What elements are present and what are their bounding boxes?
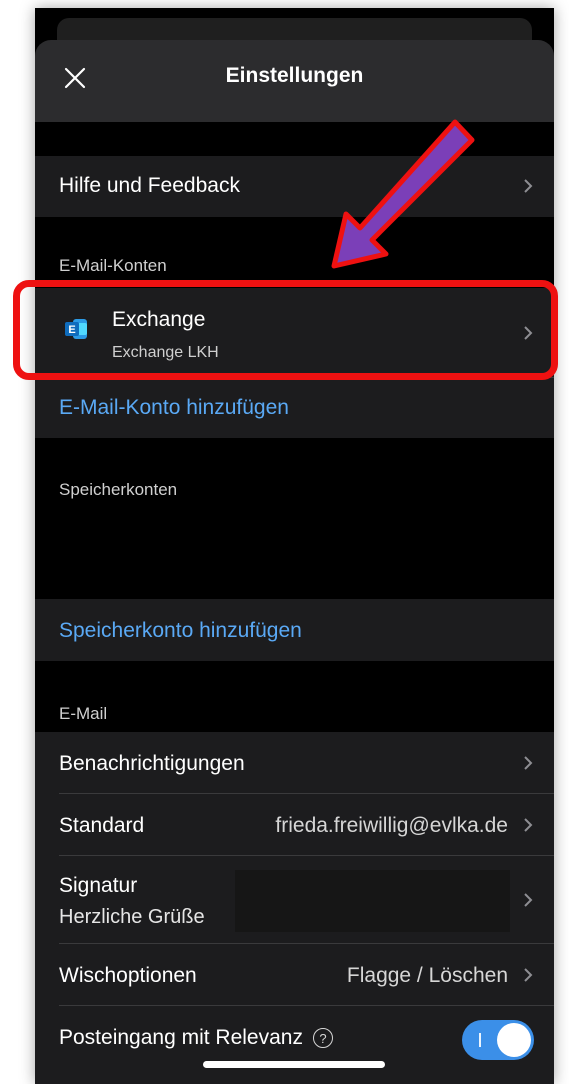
settings-header: Einstellungen bbox=[35, 40, 554, 122]
focused-inbox-row: Posteingang mit Relevanz? bbox=[35, 1006, 554, 1084]
add-email-account-row[interactable]: E-Mail-Konto hinzufügen bbox=[35, 378, 554, 438]
annotation-highlight-box bbox=[13, 280, 558, 380]
help-feedback-row[interactable]: Hilfe und Feedback bbox=[35, 156, 554, 217]
add-storage-account-link[interactable]: Speicherkonto hinzufügen bbox=[59, 619, 302, 643]
redacted-area bbox=[235, 870, 510, 932]
default-account-row[interactable]: Standard frieda.freiwillig@evlka.de bbox=[35, 794, 554, 856]
toggle-on-mark bbox=[479, 1033, 481, 1047]
swipe-options-row[interactable]: Wischoptionen Flagge / Löschen bbox=[35, 944, 554, 1006]
email-accounts-section-label: E-Mail-Konten bbox=[59, 256, 167, 275]
add-email-account-link[interactable]: E-Mail-Konto hinzufügen bbox=[59, 396, 289, 420]
help-feedback-label: Hilfe und Feedback bbox=[59, 174, 240, 197]
focused-inbox-label-text: Posteingang mit Relevanz bbox=[59, 1026, 303, 1049]
chevron-right-icon bbox=[520, 752, 536, 774]
email-section-label: E-Mail bbox=[59, 704, 108, 723]
signature-value: Herzliche Grüße bbox=[59, 906, 205, 928]
notifications-label: Benachrichtigungen bbox=[59, 752, 245, 775]
chevron-right-icon bbox=[520, 889, 536, 911]
toggle-knob bbox=[497, 1023, 531, 1057]
page-title: Einstellungen bbox=[225, 64, 364, 87]
default-value: frieda.freiwillig@evlka.de bbox=[275, 814, 508, 837]
focused-inbox-toggle[interactable] bbox=[462, 1020, 534, 1060]
help-circle-icon[interactable]: ? bbox=[312, 1028, 333, 1049]
storage-accounts-section-label: Speicherkonten bbox=[59, 480, 178, 499]
swipe-options-label: Wischoptionen bbox=[59, 964, 197, 987]
swipe-options-value: Flagge / Löschen bbox=[346, 964, 508, 987]
signature-label: Signatur bbox=[59, 874, 138, 897]
default-label: Standard bbox=[59, 814, 145, 837]
home-indicator bbox=[203, 1061, 385, 1068]
notifications-row[interactable]: Benachrichtigungen bbox=[35, 732, 554, 794]
focused-inbox-label: Posteingang mit Relevanz? bbox=[59, 1026, 333, 1050]
chevron-right-icon bbox=[520, 964, 536, 986]
add-storage-account-row[interactable]: Speicherkonto hinzufügen bbox=[35, 599, 554, 661]
chevron-right-icon bbox=[520, 175, 536, 197]
redacted-area bbox=[43, 510, 554, 598]
phone-screen: Einstellungen Hilfe und Feedback E-Mail-… bbox=[35, 8, 554, 1084]
signature-row[interactable]: Signatur Herzliche Grüße bbox=[35, 856, 554, 944]
chevron-right-icon bbox=[520, 814, 536, 836]
